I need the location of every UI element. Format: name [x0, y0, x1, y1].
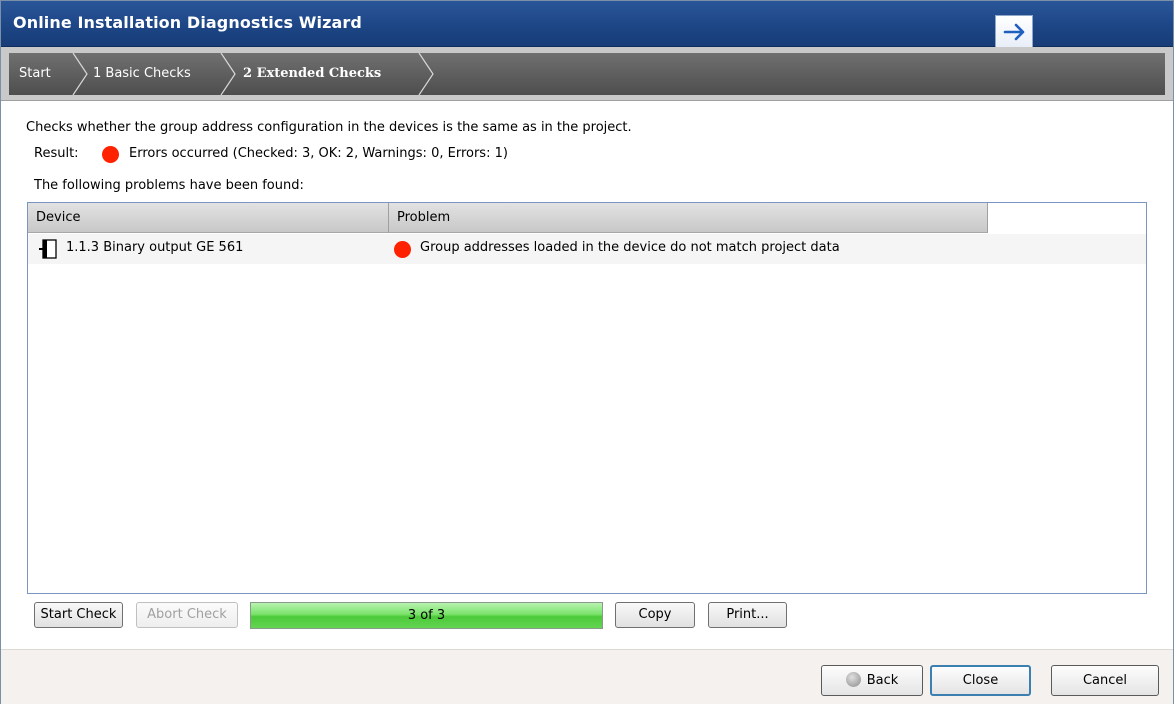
- device-cell: 1.1.3 Binary output GE 561: [66, 240, 244, 255]
- result-label: Result:: [34, 146, 79, 161]
- back-label: Back: [866, 673, 899, 688]
- breadcrumb-separator-icon: [418, 53, 434, 95]
- breadcrumb-start[interactable]: Start: [19, 53, 51, 95]
- table-row[interactable]: 1.1.3 Binary output GE 561 Group address…: [28, 234, 1146, 264]
- window-title: Online Installation Diagnostics Wizard: [13, 13, 362, 32]
- back-circle-icon: [845, 672, 861, 687]
- column-header-problem[interactable]: Problem: [389, 203, 988, 233]
- copy-button[interactable]: Copy: [615, 602, 695, 628]
- breadcrumb-basic-checks[interactable]: 1 Basic Checks: [93, 53, 191, 95]
- back-button[interactable]: Back: [821, 665, 923, 696]
- wizard-window: Online Installation Diagnostics Wizard S…: [0, 0, 1174, 704]
- next-arrow-button[interactable]: [995, 15, 1033, 47]
- print-button[interactable]: Print...: [708, 602, 787, 628]
- breadcrumb: Start 1 Basic Checks 2 Extended Checks: [9, 53, 1165, 95]
- result-text: Errors occurred (Checked: 3, OK: 2, Warn…: [129, 146, 508, 161]
- breadcrumb-bar: Start 1 Basic Checks 2 Extended Checks: [1, 47, 1173, 101]
- table-header: Device Problem: [28, 203, 988, 233]
- problems-table[interactable]: Device Problem 1.1.3 Binary output GE 56…: [27, 202, 1147, 594]
- abort-check-button[interactable]: Abort Check: [136, 602, 238, 628]
- check-description: Checks whether the group address configu…: [26, 120, 632, 135]
- arrow-right-icon: [1003, 23, 1025, 41]
- problem-cell: Group addresses loaded in the device do …: [420, 240, 840, 255]
- close-button[interactable]: Close: [930, 665, 1031, 696]
- problems-label: The following problems have been found:: [34, 178, 304, 193]
- start-check-button[interactable]: Start Check: [34, 602, 123, 628]
- footer-bar: Back Close Cancel: [1, 649, 1173, 704]
- error-severity-icon: [394, 241, 411, 258]
- progress-text: 3 of 3: [407, 608, 446, 623]
- breadcrumb-separator-icon: [220, 53, 236, 95]
- column-header-device[interactable]: Device: [28, 203, 389, 233]
- breadcrumb-separator-icon: [72, 53, 88, 95]
- error-status-icon: [102, 146, 119, 163]
- title-bar: Online Installation Diagnostics Wizard: [1, 1, 1173, 47]
- device-icon: [39, 239, 57, 259]
- check-progress-bar: 3 of 3: [250, 602, 603, 629]
- cancel-button[interactable]: Cancel: [1051, 665, 1159, 696]
- breadcrumb-extended-checks[interactable]: 2 Extended Checks: [243, 53, 381, 95]
